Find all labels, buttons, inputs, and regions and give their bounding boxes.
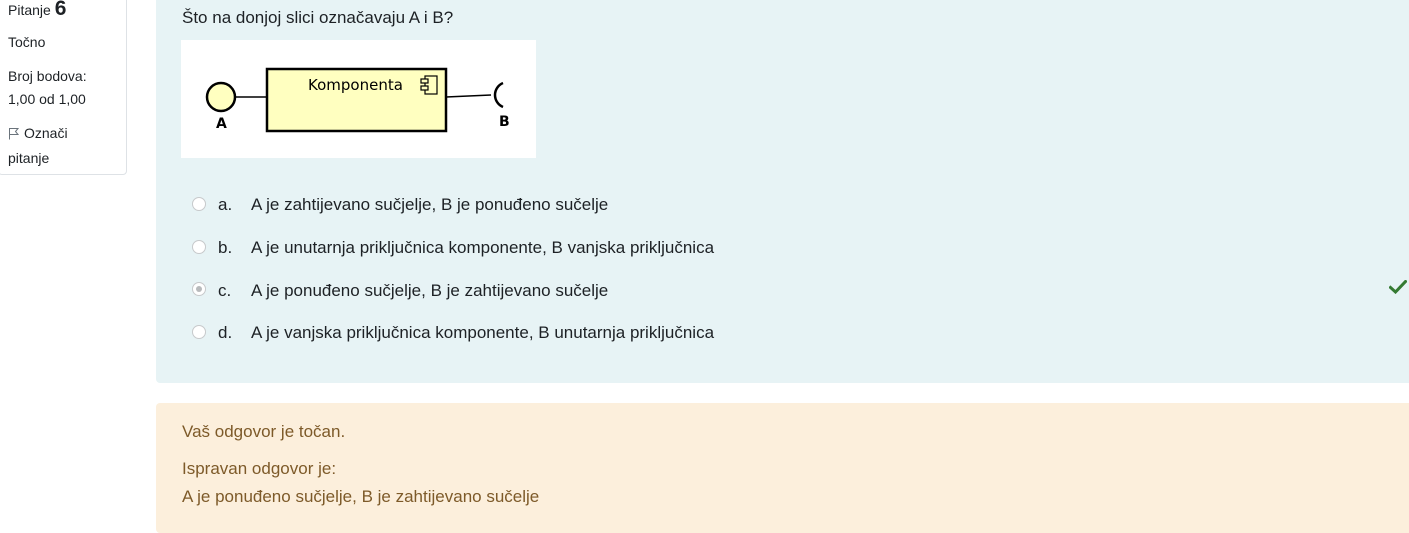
answer-letter: c. (218, 280, 232, 300)
question-info-panel: Pitanje 6 Točno Broj bodova: 1,00 od 1,0… (0, 0, 127, 175)
answer-letter: d. (218, 323, 233, 343)
provided-interface-circle (205, 81, 237, 113)
feedback-result: Vaš odgovor je točan. (182, 422, 346, 441)
label-b: B (499, 114, 510, 130)
grade-value: 1,00 od 1,00 (8, 91, 86, 107)
question-number: Pitanje 6 (8, 0, 66, 21)
answer-text: A je zahtijevano sučjelje, B je ponuđeno… (251, 195, 609, 215)
question-prefix: Pitanje (8, 2, 51, 18)
answer-option-d[interactable]: d. A je vanjska priključnica komponente,… (192, 312, 714, 355)
flag-label-2: pitanje (8, 150, 50, 166)
correct-check-icon (1388, 279, 1408, 299)
correct-answer-label: Ispravan odgovor je: (182, 459, 337, 478)
answer-option-c[interactable]: c. A je ponuđeno sučjelje, B je zahtijev… (192, 269, 714, 312)
label-a: A (216, 116, 227, 132)
answer-list: a. A je zahtijevano sučjelje, B je ponuđ… (192, 184, 714, 355)
answer-letter: a. (218, 195, 233, 215)
question-state: Točno (8, 34, 46, 50)
question-number-value: 6 (54, 0, 67, 20)
answer-radio-d[interactable] (192, 324, 206, 339)
answer-option-b[interactable]: b. A je unutarnja priključnica komponent… (192, 227, 714, 270)
flag-label-1: Označi (24, 125, 68, 141)
answer-option-a[interactable]: a. A je zahtijevano sučjelje, B je ponuđ… (192, 184, 714, 227)
flag-icon (8, 124, 20, 147)
answer-text: A je vanjska priključnica komponente, B … (251, 323, 715, 343)
answer-letter: b. (218, 238, 233, 258)
question-formulation: Što na donjoj slici označavaju A i B? Ko… (156, 0, 1409, 383)
answer-radio-c[interactable] (192, 282, 206, 297)
component-diagram-image: Komponenta A B (181, 40, 536, 158)
answer-radio-a[interactable] (192, 196, 206, 211)
flag-question-link[interactable]: Označi pitanje (8, 122, 68, 170)
answer-feedback: Vaš odgovor je točan. Ispravan odgovor j… (156, 403, 1409, 533)
answer-text: A je ponuđeno sučjelje, B je zahtijevano… (251, 280, 609, 300)
component-label: Komponenta (308, 76, 403, 94)
answer-radio-b[interactable] (192, 239, 206, 254)
question-text: Što na donjoj slici označavaju A i B? (182, 8, 454, 27)
answer-text: A je unutarnja priključnica komponente, … (251, 238, 715, 258)
interface-b-connector (445, 94, 492, 98)
grade-label: Broj bodova: (8, 68, 87, 84)
correct-answer-text: A je ponuđeno sučjelje, B je zahtijevano… (182, 487, 540, 506)
required-interface-socket (493, 81, 504, 109)
question-grade: Broj bodova: 1,00 od 1,00 (8, 65, 87, 111)
